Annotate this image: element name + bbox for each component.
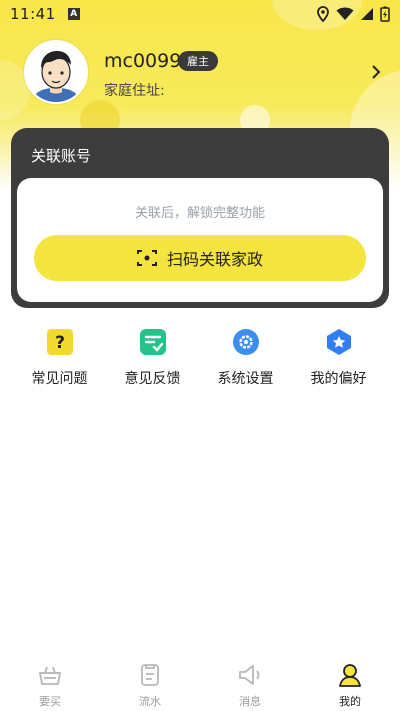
scan-button-label: 扫码关联家政	[166, 250, 263, 269]
quick-actions: ? 常见问题 意见反馈 系统设置 我的偏好	[0, 328, 400, 398]
status-time: 11:41	[10, 5, 56, 23]
link-account-hint: 关联后，解锁完整功能	[134, 206, 265, 221]
svg-text:?: ?	[55, 333, 65, 353]
link-account-panel: 关联后，解锁完整功能 扫码关联家政	[17, 178, 383, 302]
status-bar: 11:41 A	[0, 0, 400, 28]
tab-label: 要买	[39, 695, 61, 708]
quick-action-feedback[interactable]: 意见反馈	[106, 328, 199, 398]
basket-icon	[38, 666, 62, 685]
quick-action-faq[interactable]: ? 常见问题	[13, 328, 106, 398]
signal-icon	[361, 8, 373, 20]
tab-label: 我的	[339, 695, 361, 708]
quick-action-preferences[interactable]: 我的偏好	[292, 328, 385, 398]
feedback-icon	[139, 328, 167, 356]
location-icon	[317, 6, 329, 22]
username: mc0099	[104, 50, 182, 72]
wifi-icon	[336, 7, 354, 20]
tab-mine[interactable]: 我的	[300, 655, 400, 711]
notification-icon: A	[67, 8, 80, 20]
quick-action-label: 我的偏好	[310, 371, 367, 387]
gear-icon	[232, 328, 260, 356]
chevron-right-icon[interactable]	[368, 64, 384, 80]
star-hexagon-icon	[325, 328, 353, 356]
tab-label: 流水	[139, 695, 161, 708]
battery-icon	[380, 6, 390, 22]
address-label: 家庭住址:	[104, 83, 165, 99]
avatar[interactable]	[24, 40, 88, 104]
question-icon: ?	[46, 328, 74, 356]
tab-label: 消息	[239, 695, 261, 708]
quick-action-label: 系统设置	[217, 371, 274, 387]
quick-action-label: 意见反馈	[124, 371, 181, 387]
quick-action-settings[interactable]: 系统设置	[199, 328, 292, 398]
quick-action-label: 常见问题	[31, 371, 88, 387]
role-badge: 雇主	[178, 51, 218, 71]
tab-ledger[interactable]: 流水	[100, 655, 200, 711]
bottom-tab-bar: 要买 流水 消息 我的	[0, 655, 400, 711]
tab-buy[interactable]: 要买	[0, 655, 100, 711]
link-account-title: 关联账号	[31, 147, 92, 165]
ledger-icon	[141, 664, 159, 686]
link-account-card: 关联账号 关联后，解锁完整功能 扫码关联家政	[11, 128, 389, 308]
speaker-icon	[239, 665, 260, 685]
scan-link-button[interactable]: 扫码关联家政	[34, 235, 366, 281]
tab-messages[interactable]: 消息	[200, 655, 300, 711]
person-icon	[339, 664, 361, 687]
avatar-cartoon-icon	[26, 42, 86, 102]
scan-icon	[136, 250, 157, 266]
